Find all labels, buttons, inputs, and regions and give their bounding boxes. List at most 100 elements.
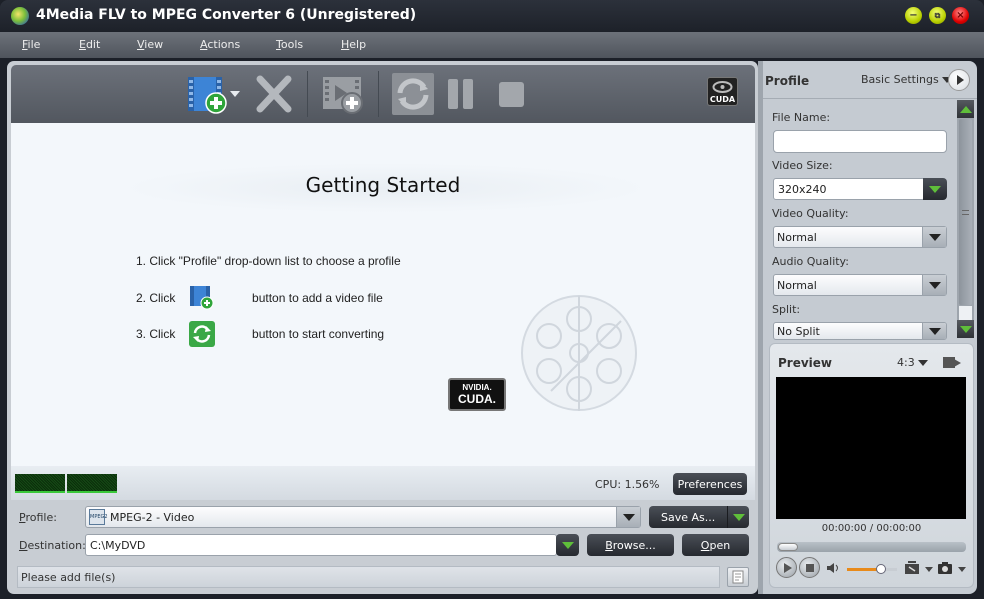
settings-mode-dropdown[interactable]: Basic Settings xyxy=(861,73,953,86)
log-button[interactable] xyxy=(727,567,749,587)
destination-label: Destination: xyxy=(19,539,86,552)
audio-quality-value: Normal xyxy=(777,278,817,292)
cuda-label: CUDA xyxy=(709,95,736,104)
destination-input[interactable]: C:\MyDVD xyxy=(85,534,557,556)
browse-button[interactable]: Browse... xyxy=(587,534,674,556)
nvidia-cuda-logo: NVIDIA. CUDA. xyxy=(448,378,506,411)
restore-button[interactable]: ⧉ xyxy=(929,7,946,24)
scroll-down-button[interactable] xyxy=(957,320,974,338)
window-title: 4Media FLV to MPEG Converter 6 (Unregist… xyxy=(36,7,417,23)
menu-tools[interactable]: Tools xyxy=(276,38,303,51)
chevron-down-icon xyxy=(928,233,941,241)
step-2-suffix: button to add a video file xyxy=(252,291,383,306)
split-label: Split: xyxy=(772,303,801,316)
chevron-down-icon[interactable] xyxy=(925,567,933,572)
seek-slider[interactable] xyxy=(777,542,966,552)
film-reel-watermark-icon xyxy=(521,295,637,411)
app-logo-icon xyxy=(11,7,29,25)
pause-button[interactable] xyxy=(445,73,477,115)
chevron-down-icon xyxy=(561,541,574,549)
status-text: Please add file(s) xyxy=(21,570,116,584)
profile-dropdown[interactable]: MPEG2 MPEG-2 - Video xyxy=(85,506,641,528)
aspect-ratio-dropdown[interactable]: 4:3 xyxy=(897,356,929,369)
toolbar-divider xyxy=(307,71,308,117)
video-size-label: Video Size: xyxy=(772,159,833,172)
profile-value: MPEG-2 - Video xyxy=(110,510,195,524)
seek-thumb[interactable] xyxy=(778,543,798,551)
volume-icon[interactable] xyxy=(826,562,840,574)
menu-help-label: elp xyxy=(349,38,367,51)
profile-label-text: rofile: xyxy=(25,511,57,524)
volume-thumb[interactable] xyxy=(876,564,886,574)
split-dropdown[interactable]: No Split xyxy=(773,322,947,340)
audio-quality-arrow[interactable] xyxy=(922,275,946,295)
scroll-thumb[interactable] xyxy=(959,119,972,305)
nvidia-eye-icon xyxy=(712,81,733,93)
stop-icon xyxy=(499,82,524,107)
minimize-icon: − xyxy=(909,10,918,21)
status-strip: CPU: 1.56% Preferences xyxy=(11,466,755,500)
video-size-dropdown[interactable] xyxy=(923,178,947,200)
open-button[interactable]: Open xyxy=(682,534,749,556)
audio-quality-dropdown[interactable]: Normal xyxy=(773,274,947,296)
add-segment-button[interactable] xyxy=(321,73,366,115)
settings-scrollbar[interactable] xyxy=(957,100,974,338)
save-as-button[interactable]: Save As... xyxy=(649,506,749,528)
video-quality-dropdown[interactable]: Normal xyxy=(773,226,947,248)
camera-icon[interactable] xyxy=(937,561,953,575)
add-video-icon xyxy=(188,77,240,114)
profile-dropdown-arrow[interactable] xyxy=(616,507,640,527)
chevron-down-icon[interactable] xyxy=(958,567,966,572)
volume-slider[interactable] xyxy=(847,568,897,571)
menu-actions[interactable]: Actions xyxy=(200,38,240,51)
close-icon: × xyxy=(956,10,965,21)
grip-icon xyxy=(962,210,969,215)
save-as-dropdown[interactable] xyxy=(727,506,749,528)
scroll-up-button[interactable] xyxy=(957,100,974,118)
video-quality-label: Video Quality: xyxy=(772,207,849,220)
minimize-button[interactable]: − xyxy=(905,7,922,24)
menu-bar: File Edit View Actions Tools Help xyxy=(0,32,984,58)
open-label: pen xyxy=(709,538,731,552)
cuda-toggle-button[interactable]: CUDA xyxy=(707,77,738,106)
menu-view[interactable]: View xyxy=(137,38,163,51)
status-bar: Please add file(s) xyxy=(17,566,720,588)
save-as-label: Save As... xyxy=(661,510,716,524)
split-arrow[interactable] xyxy=(922,323,946,339)
stop-preview-button[interactable] xyxy=(799,557,820,578)
step-3-prefix: 3. Click xyxy=(136,327,176,342)
detach-preview-icon[interactable] xyxy=(942,355,962,371)
play-button[interactable] xyxy=(776,557,797,578)
chevron-down-icon xyxy=(622,513,635,521)
close-button[interactable]: × xyxy=(952,7,969,24)
video-size-input[interactable]: 320x240 xyxy=(773,178,925,200)
convert-button[interactable] xyxy=(392,73,434,115)
add-video-button[interactable] xyxy=(186,73,242,115)
video-quality-arrow[interactable] xyxy=(922,227,946,247)
stop-button[interactable] xyxy=(496,73,526,115)
menu-edit[interactable]: Edit xyxy=(79,38,100,51)
destination-history-dropdown[interactable] xyxy=(556,534,579,556)
cpu-meter-1 xyxy=(15,474,65,493)
menu-help[interactable]: Help xyxy=(341,38,366,51)
play-icon xyxy=(783,562,792,573)
browse-mnemonic: B xyxy=(605,538,613,552)
remove-button[interactable] xyxy=(254,73,294,115)
chevron-down-icon xyxy=(928,327,941,335)
video-quality-value: Normal xyxy=(777,230,817,244)
pause-icon xyxy=(448,79,473,109)
step-3-suffix: button to start converting xyxy=(252,327,385,342)
snapshot-folder-icon[interactable] xyxy=(904,561,922,575)
advanced-settings-button[interactable] xyxy=(948,69,970,91)
convert-icon xyxy=(188,321,215,347)
preview-time: 00:00:00 / 00:00:00 xyxy=(821,523,922,534)
menu-edit-label: dit xyxy=(85,38,101,51)
preferences-button[interactable]: Preferences xyxy=(673,473,747,495)
restore-icon: ⧉ xyxy=(934,10,941,20)
nvidia-brand: NVIDIA. xyxy=(462,383,492,392)
scroll-track[interactable] xyxy=(959,306,972,320)
add-video-icon xyxy=(189,286,214,310)
menu-file[interactable]: File xyxy=(22,38,40,51)
file-name-input[interactable] xyxy=(773,130,947,153)
menu-file-label: ile xyxy=(27,38,41,51)
